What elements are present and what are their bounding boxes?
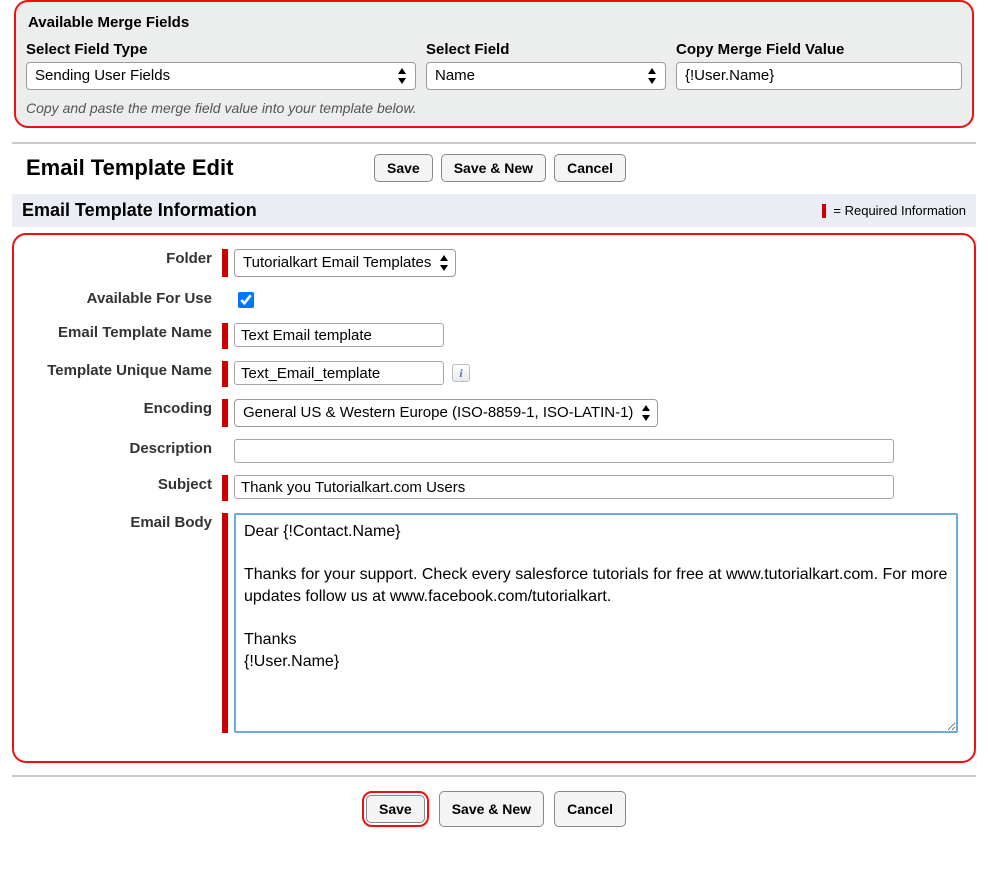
merge-fields-title: Available Merge Fields xyxy=(26,10,962,41)
select-field-label: Select Field xyxy=(426,41,666,58)
chevron-sort-icon xyxy=(645,67,659,85)
chevron-sort-icon xyxy=(395,67,409,85)
section-heading: Email Template Information = Required In… xyxy=(12,194,976,227)
copy-merge-value[interactable]: {!User.Name} xyxy=(676,62,962,90)
save-button[interactable]: Save xyxy=(374,154,433,182)
section-title: Email Template Information xyxy=(22,200,257,221)
info-icon[interactable]: i xyxy=(452,364,470,382)
required-indicator-icon xyxy=(222,399,228,427)
template-form: Folder Tutorialkart Email Templates Avai… xyxy=(12,233,976,763)
required-indicator-icon xyxy=(222,361,228,387)
merge-hint: Copy and paste the merge field value int… xyxy=(26,100,962,116)
unique-name-input[interactable] xyxy=(234,361,444,385)
chevron-sort-icon xyxy=(437,254,451,272)
required-indicator-icon xyxy=(222,323,228,349)
template-name-label: Email Template Name xyxy=(24,323,222,343)
required-indicator-icon xyxy=(222,513,228,733)
encoding-label: Encoding xyxy=(24,399,222,419)
available-checkbox[interactable] xyxy=(238,292,254,308)
required-indicator-icon xyxy=(222,475,228,501)
folder-label: Folder xyxy=(24,249,222,269)
page-title: Email Template Edit xyxy=(16,155,356,181)
footer-buttons: Save Save & New Cancel xyxy=(12,775,976,841)
required-indicator-icon xyxy=(222,249,228,277)
copy-merge-label: Copy Merge Field Value xyxy=(676,41,962,58)
select-field-type-value: Sending User Fields xyxy=(35,67,170,84)
cancel-button[interactable]: Cancel xyxy=(554,791,626,827)
save-and-new-button[interactable]: Save & New xyxy=(439,791,544,827)
subject-input[interactable] xyxy=(234,475,894,499)
select-field-value: Name xyxy=(435,67,475,84)
select-field[interactable]: Name xyxy=(426,62,666,90)
subject-label: Subject xyxy=(24,475,222,495)
unique-name-label: Template Unique Name xyxy=(24,361,222,381)
chevron-sort-icon xyxy=(639,404,653,422)
save-and-new-button[interactable]: Save & New xyxy=(441,154,546,182)
folder-select[interactable]: Tutorialkart Email Templates xyxy=(234,249,456,277)
edit-header: Email Template Edit Save Save & New Canc… xyxy=(12,142,976,194)
select-field-type[interactable]: Sending User Fields xyxy=(26,62,416,90)
merge-fields-panel: Available Merge Fields Select Field Type… xyxy=(14,0,974,128)
required-note: = Required Information xyxy=(822,203,966,219)
cancel-button[interactable]: Cancel xyxy=(554,154,626,182)
encoding-value: General US & Western Europe (ISO-8859-1,… xyxy=(243,404,633,421)
description-input[interactable] xyxy=(234,439,894,463)
available-label: Available For Use xyxy=(24,289,222,309)
description-label: Description xyxy=(24,439,222,459)
required-indicator-icon xyxy=(822,204,826,218)
template-name-input[interactable] xyxy=(234,323,444,347)
folder-value: Tutorialkart Email Templates xyxy=(243,254,431,271)
email-body-label: Email Body xyxy=(24,513,222,533)
encoding-select[interactable]: General US & Western Europe (ISO-8859-1,… xyxy=(234,399,658,427)
select-field-type-label: Select Field Type xyxy=(26,41,416,58)
save-button[interactable]: Save xyxy=(366,795,425,823)
email-body-textarea[interactable] xyxy=(234,513,958,733)
